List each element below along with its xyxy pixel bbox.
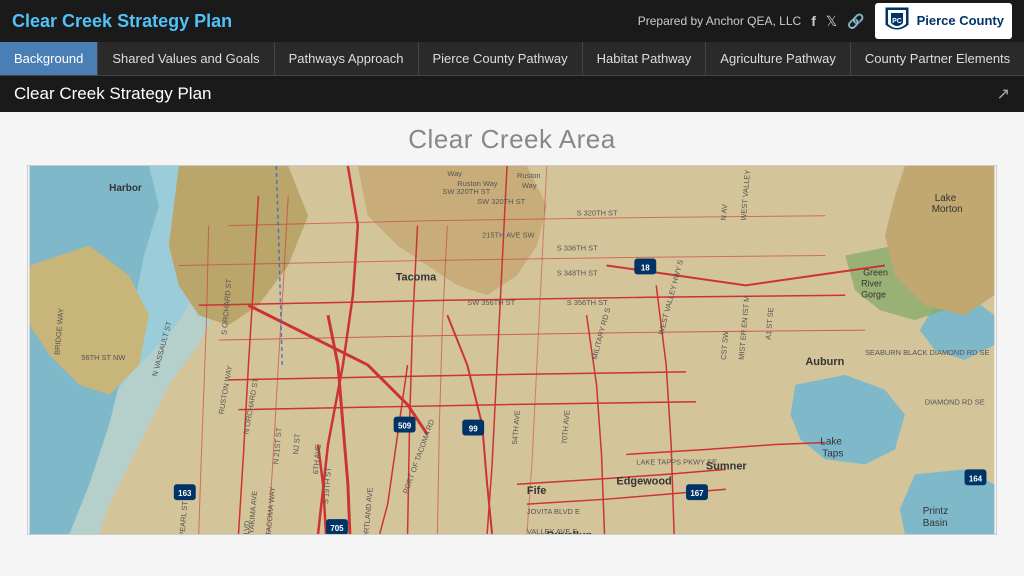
svg-text:Ruston: Ruston (517, 171, 541, 180)
svg-text:JOVITA BLVD E: JOVITA BLVD E (527, 507, 580, 516)
svg-text:Gorge: Gorge (861, 289, 886, 299)
share-button[interactable]: ↗ (997, 84, 1010, 104)
svg-text:56TH ST NW: 56TH ST NW (81, 353, 125, 362)
svg-text:Taps: Taps (822, 448, 843, 459)
facebook-icon[interactable]: f (811, 13, 816, 29)
app-title: Clear Creek Strategy Plan (12, 11, 232, 32)
prepared-by-text: Prepared by Anchor QEA, LLC (638, 14, 801, 28)
svg-text:S 336TH ST: S 336TH ST (557, 244, 598, 253)
tab-pierce-county-pathway[interactable]: Pierce County Pathway (419, 42, 583, 75)
header-right: Prepared by Anchor QEA, LLC f 𝕏 🔗 PC Pie… (638, 3, 1012, 39)
svg-text:SW 320TH ST: SW 320TH ST (442, 187, 490, 196)
svg-text:705: 705 (330, 524, 344, 533)
svg-text:Way: Way (522, 181, 537, 190)
svg-text:SW 356TH ST: SW 356TH ST (467, 298, 515, 307)
svg-text:Way: Way (447, 169, 462, 178)
svg-text:S 356TH ST: S 356TH ST (567, 298, 608, 307)
svg-text:SEABURN BLACK DIAMOND RD SE: SEABURN BLACK DIAMOND RD SE (865, 348, 989, 357)
svg-text:NJ ST: NJ ST (291, 433, 302, 455)
tab-agriculture-pathway[interactable]: Agriculture Pathway (706, 42, 851, 75)
tab-pathways-approach[interactable]: Pathways Approach (275, 42, 419, 75)
map-section-title: Clear Creek Area (408, 124, 615, 155)
svg-text:DIAMOND RD SE: DIAMOND RD SE (925, 398, 985, 407)
tab-county-partner-elements[interactable]: County Partner Elements (851, 42, 1024, 75)
svg-text:215TH AVE SW: 215TH AVE SW (482, 231, 534, 240)
svg-text:164: 164 (969, 474, 983, 483)
navbar: Background Shared Values and Goals Pathw… (0, 42, 1024, 76)
pierce-county-logo: PC Pierce County (875, 3, 1012, 39)
pierce-county-shield-icon: PC (883, 5, 911, 37)
svg-text:S 348TH ST: S 348TH ST (557, 268, 598, 277)
svg-text:Lake: Lake (820, 436, 842, 447)
link-icon[interactable]: 🔗 (847, 13, 864, 30)
tab-shared-values[interactable]: Shared Values and Goals (98, 42, 274, 75)
header: Clear Creek Strategy Plan Prepared by An… (0, 0, 1024, 42)
svg-text:Edgewood: Edgewood (616, 475, 671, 487)
svg-text:Green: Green (863, 267, 888, 277)
svg-text:River: River (861, 278, 882, 288)
twitter-icon[interactable]: 𝕏 (826, 13, 837, 30)
svg-text:Tacoma: Tacoma (396, 271, 437, 283)
map-svg: 509 705 7 99 18 163 167 164 Harbor (28, 166, 996, 534)
svg-text:PC: PC (892, 18, 902, 25)
svg-text:Basin: Basin (923, 518, 948, 529)
tab-habitat-pathway[interactable]: Habitat Pathway (583, 42, 707, 75)
svg-text:Auburn: Auburn (805, 356, 844, 368)
svg-text:Morton: Morton (932, 204, 963, 215)
svg-text:Lake: Lake (935, 193, 957, 204)
svg-text:N AV: N AV (719, 204, 729, 221)
svg-text:SW 320TH ST: SW 320TH ST (477, 197, 525, 206)
svg-text:Printz: Printz (923, 506, 948, 517)
svg-text:18: 18 (641, 263, 650, 272)
svg-text:509: 509 (398, 422, 412, 431)
svg-text:99: 99 (469, 425, 478, 434)
svg-text:LAKE TAPPS PKWY SE: LAKE TAPPS PKWY SE (636, 457, 717, 466)
map-container[interactable]: 509 705 7 99 18 163 167 164 Harbor (27, 165, 997, 535)
main-content: Clear Creek Area (0, 112, 1024, 576)
page-title-bar: Clear Creek Strategy Plan ↗ (0, 76, 1024, 112)
svg-text:Fife: Fife (527, 485, 546, 497)
svg-text:Harbor: Harbor (109, 183, 142, 194)
page-title: Clear Creek Strategy Plan (14, 84, 211, 104)
tab-background[interactable]: Background (0, 42, 98, 75)
svg-text:167: 167 (690, 489, 704, 498)
pierce-county-name: Pierce County (917, 13, 1004, 29)
svg-text:S 320TH ST: S 320TH ST (577, 209, 618, 218)
svg-text:163: 163 (178, 489, 192, 498)
svg-text:VALLEY AVE E: VALLEY AVE E (527, 527, 577, 534)
